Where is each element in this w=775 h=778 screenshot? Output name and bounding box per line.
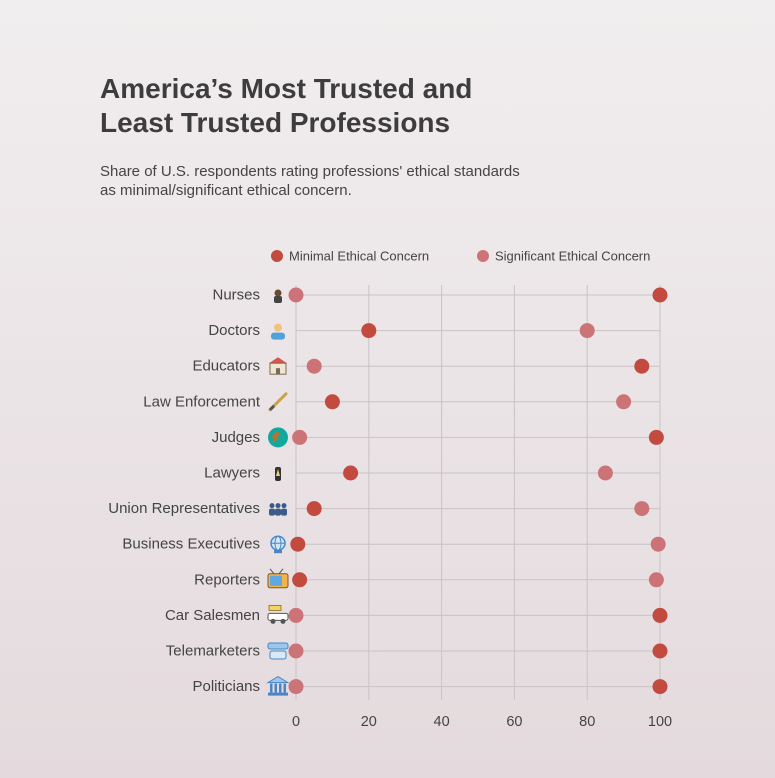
- school-icon: [269, 357, 287, 375]
- point-significant: [288, 679, 304, 695]
- point-minimal: [324, 394, 340, 410]
- x-tick-label: 20: [361, 714, 377, 730]
- category-label: Lawyers: [204, 465, 260, 482]
- point-minimal: [306, 501, 322, 517]
- data-marks: [288, 287, 668, 695]
- gavel-icon: [268, 427, 288, 448]
- x-tick-label: 80: [579, 714, 595, 730]
- legend-label-significant: Significant Ethical Concern: [495, 249, 650, 264]
- point-significant: [648, 572, 664, 588]
- point-minimal: [343, 465, 359, 481]
- phone-icon: [267, 642, 289, 660]
- government-building-icon: [266, 676, 290, 696]
- point-significant: [306, 358, 322, 374]
- point-minimal: [292, 572, 308, 588]
- category-label: Reporters: [194, 571, 260, 588]
- point-significant: [292, 429, 308, 445]
- legend: Minimal Ethical Concern Significant Ethi…: [271, 249, 650, 264]
- car-sale-icon: [267, 605, 289, 624]
- category-label: Nurses: [212, 287, 260, 304]
- point-significant: [650, 536, 666, 552]
- category-label: Judges: [212, 429, 260, 446]
- category-label: Politicians: [192, 678, 260, 695]
- point-significant: [288, 643, 304, 659]
- baton-icon: [268, 392, 288, 412]
- point-significant: [288, 287, 304, 303]
- point-significant: [579, 323, 595, 339]
- category-label: Business Executives: [122, 536, 260, 553]
- x-axis-ticks: 0 20 40 60 80 100: [292, 714, 672, 730]
- legend-marker-significant: [477, 250, 489, 262]
- category-label: Union Representatives: [108, 500, 260, 517]
- point-minimal: [290, 536, 306, 552]
- category-label: Telemarketers: [166, 643, 260, 660]
- tv-icon: [267, 568, 289, 589]
- x-tick-label: 60: [506, 714, 522, 730]
- point-minimal: [652, 287, 668, 303]
- point-significant: [616, 394, 632, 410]
- x-tick-label: 100: [648, 714, 672, 730]
- point-minimal: [652, 643, 668, 659]
- point-minimal: [634, 358, 650, 374]
- point-significant: [597, 465, 613, 481]
- globe-icon: [270, 535, 286, 554]
- point-significant: [288, 607, 304, 623]
- category-label: Law Enforcement: [143, 393, 261, 410]
- point-minimal: [652, 607, 668, 623]
- nurse-icon: [274, 289, 282, 303]
- category-label: Educators: [192, 358, 260, 375]
- legend-label-minimal: Minimal Ethical Concern: [289, 249, 429, 264]
- x-tick-label: 40: [434, 714, 450, 730]
- category-label: Car Salesmen: [165, 607, 260, 624]
- union-icon: [269, 503, 287, 516]
- dumbbell-chart: Minimal Ethical Concern Significant Ethi…: [108, 249, 672, 731]
- x-tick-label: 0: [292, 714, 300, 730]
- point-minimal: [648, 429, 664, 445]
- point-minimal: [652, 679, 668, 695]
- category-rows: Nurses Doctors Educators Law Enforcement Jud…: [108, 287, 660, 696]
- legend-marker-minimal: [271, 250, 283, 262]
- category-label: Doctors: [208, 322, 260, 339]
- doctor-icon: [271, 323, 285, 340]
- point-significant: [634, 501, 650, 517]
- lawyer-icon: [275, 467, 281, 481]
- grid: [295, 285, 661, 700]
- point-minimal: [361, 323, 377, 339]
